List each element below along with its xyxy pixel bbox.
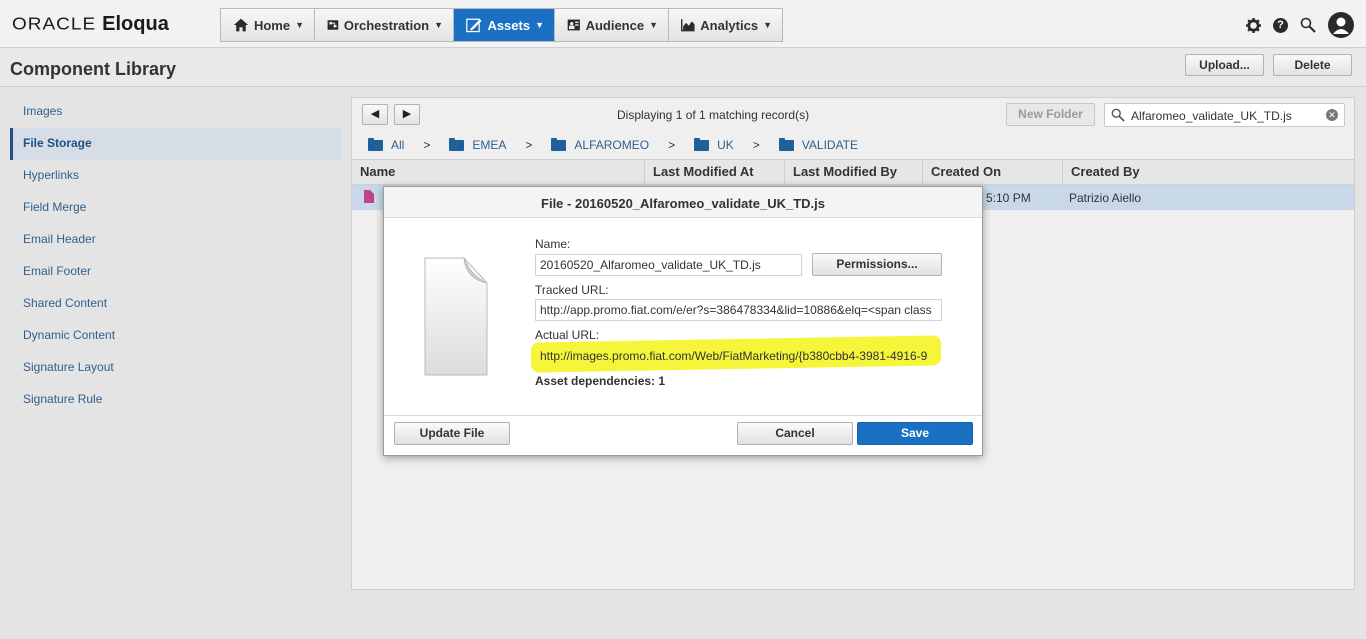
file-icon [364,190,374,203]
breadcrumb-label: ALFAROMEO [574,138,650,152]
actual-url-field[interactable]: http://images.promo.fiat.com/Web/FiatMar… [535,345,942,367]
chevron-down-icon: ▼ [649,20,658,30]
cancel-button[interactable]: Cancel [737,422,853,445]
dialog-footer: Update File Cancel Save [384,415,982,455]
column-last-modified-at[interactable]: Last Modified At [645,160,785,184]
sidebar-item-signature-rule[interactable]: Signature Rule [10,384,342,416]
nav-orchestration-label: Orchestration [343,17,430,33]
top-bar: ORACLE Eloqua Home ▼ Orchestration ▼ Asset… [0,0,1366,48]
nav-audience-label: Audience [585,17,645,33]
update-file-button[interactable]: Update File [394,422,510,445]
folder-icon [694,137,710,151]
column-name[interactable]: Name [352,160,645,184]
file-details-dialog: File - 20160520_Alfaromeo_validate_UK_TD… [383,186,983,456]
breadcrumb-label: VALIDATE [801,138,859,152]
breadcrumb-uk[interactable]: UK [694,137,734,152]
prev-page-button[interactable]: ◀ [362,104,388,125]
nav-assets-label: Assets [487,17,531,33]
chevron-down-icon: ▼ [295,20,304,30]
dialog-title: File - 20160520_Alfaromeo_validate_UK_TD… [384,187,982,218]
sidebar-item-hyperlinks[interactable]: Hyperlinks [10,160,342,192]
upload-button[interactable]: Upload... [1185,54,1264,76]
folder-icon [449,137,465,151]
chevron-down-icon: ▼ [535,20,544,30]
clear-search-icon[interactable]: ✕ [1326,109,1338,121]
user-avatar[interactable] [1328,12,1354,38]
sidebar-item-dynamic-content[interactable]: Dynamic Content [10,320,342,352]
search-value: Alfaromeo_validate_UK_TD.js [1131,109,1292,123]
sidebar-item-file-storage[interactable]: File Storage [10,128,342,160]
column-created-on[interactable]: Created On [923,160,1063,184]
asset-dependencies[interactable]: Asset dependencies: 1 [535,374,665,388]
search-icon[interactable] [1300,17,1316,33]
logo-eloqua: Eloqua [102,13,169,35]
row-created-by: Patrizio Aiello [1069,191,1142,205]
new-folder-button[interactable]: New Folder [1006,103,1095,126]
column-created-by[interactable]: Created By [1063,160,1354,184]
nav-home-label: Home [253,17,291,33]
row-created-on: 5:10 PM [986,191,1031,205]
delete-button[interactable]: Delete [1273,54,1352,76]
assets-icon [466,18,482,33]
table-header: Name Last Modified At Last Modified By C… [352,159,1354,185]
folder-icon [778,137,794,151]
page-header: Component Library Upload... Delete [0,49,1366,87]
main-nav: Home ▼ Orchestration ▼ Assets ▼ Audience ▼ A… [220,8,783,42]
breadcrumb-separator: > [668,138,676,152]
column-last-modified-by[interactable]: Last Modified By [785,160,923,184]
sidebar-item-field-merge[interactable]: Field Merge [10,192,342,224]
next-page-button[interactable]: ▶ [394,104,420,125]
permissions-button[interactable]: Permissions... [812,253,942,276]
breadcrumb: All > EMEA > ALFAROMEO > UK > VALIDATE [352,134,1354,156]
folder-icon [551,137,567,151]
name-field[interactable]: 20160520_Alfaromeo_validate_UK_TD.js [535,254,802,276]
top-right-icons: ? [1246,12,1354,38]
breadcrumb-separator: > [525,138,533,152]
nav-home[interactable]: Home ▼ [221,9,315,41]
sidebar-item-email-footer[interactable]: Email Footer [10,256,342,288]
breadcrumb-alfaromeo[interactable]: ALFAROMEO [551,137,650,152]
breadcrumb-all[interactable]: All [368,137,405,152]
chevron-down-icon: ▼ [434,20,443,30]
sidebar: Images File Storage Hyperlinks Field Mer… [10,96,342,416]
breadcrumb-label: EMEA [472,138,507,152]
chevron-down-icon: ▼ [763,20,772,30]
gear-icon[interactable] [1246,17,1261,33]
breadcrumb-separator: > [423,138,431,152]
breadcrumb-label: UK [717,138,734,152]
user-icon [1333,17,1349,34]
audience-icon [567,19,580,31]
sidebar-item-email-header[interactable]: Email Header [10,224,342,256]
nav-assets[interactable]: Assets ▼ [454,9,555,41]
logo-oracle: ORACLE [12,15,97,34]
orchestration-icon [327,20,339,30]
sidebar-item-shared-content[interactable]: Shared Content [10,288,342,320]
name-label: Name: [535,237,571,251]
nav-audience[interactable]: Audience ▼ [555,9,669,41]
breadcrumb-validate[interactable]: VALIDATE [778,137,859,152]
search-input[interactable]: Alfaromeo_validate_UK_TD.js ✕ [1104,103,1345,127]
sidebar-item-signature-layout[interactable]: Signature Layout [10,352,342,384]
document-icon [424,257,488,376]
record-count: Displaying 1 of 1 matching record(s) [617,108,810,122]
list-toolbar: ◀ ▶ Displaying 1 of 1 matching record(s)… [352,98,1354,130]
analytics-icon [681,19,695,32]
nav-analytics[interactable]: Analytics ▼ [669,9,782,41]
folder-icon [368,137,383,151]
save-button[interactable]: Save [857,422,973,445]
breadcrumb-label: All [391,138,405,152]
sidebar-item-images[interactable]: Images [10,96,342,128]
breadcrumb-emea[interactable]: EMEA [449,137,507,152]
nav-analytics-label: Analytics [700,17,759,33]
breadcrumb-separator: > [752,138,760,152]
actual-url-label: Actual URL: [535,328,600,342]
tracked-url-field[interactable]: http://app.promo.fiat.com/e/er?s=3864783… [535,299,942,321]
oracle-eloqua-logo[interactable]: ORACLE Eloqua [12,13,169,37]
nav-orchestration[interactable]: Orchestration ▼ [315,9,454,41]
search-icon [1111,108,1125,122]
page-title: Component Library [10,59,177,79]
home-icon [233,18,249,32]
help-icon[interactable]: ? [1273,17,1288,33]
tracked-url-label: Tracked URL: [535,283,609,297]
